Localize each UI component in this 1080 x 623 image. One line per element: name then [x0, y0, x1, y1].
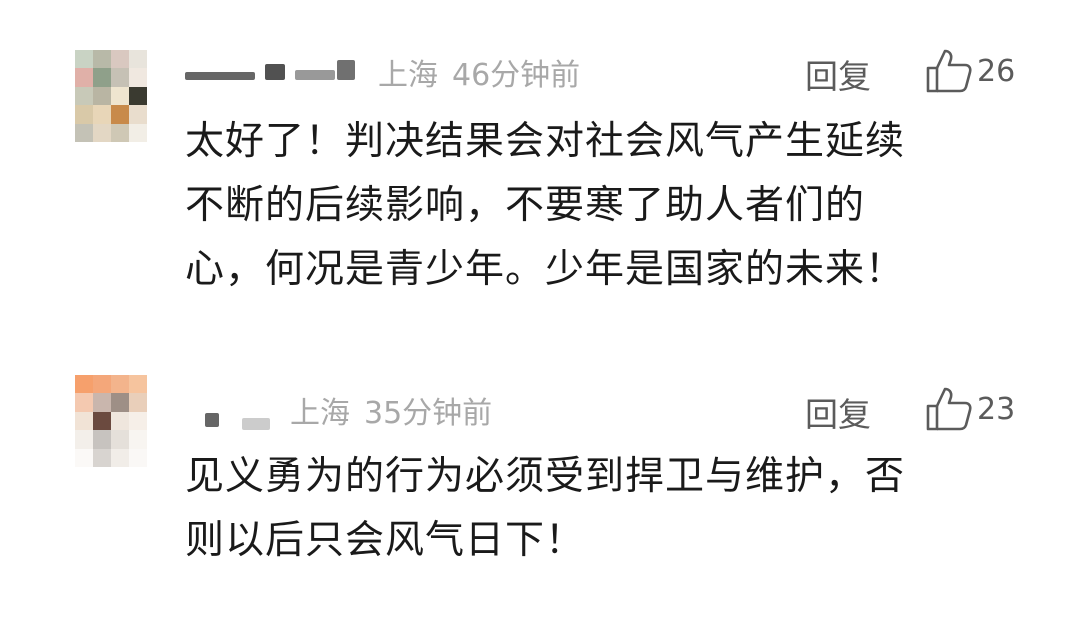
avatar-pixel [111, 393, 129, 412]
location: 上海 [290, 396, 350, 431]
avatar-pixel [93, 123, 111, 142]
avatar-pixel [129, 430, 147, 449]
avatar-pixel [93, 448, 111, 467]
like-count: 23 [977, 391, 1016, 427]
avatar-pixel [75, 411, 93, 431]
avatar-pixel [111, 430, 129, 449]
avatar-pixel [129, 411, 147, 431]
comment-text-line: 太好了！判决结果会对社会风气产生延续 [185, 119, 906, 164]
avatar-pixel [75, 68, 93, 87]
location: 上海 [378, 58, 438, 93]
avatar-pixel [93, 393, 111, 412]
like-count: 26 [977, 53, 1016, 89]
avatar-pixel [111, 105, 129, 124]
comment-meta: 上海 46分钟前 [378, 50, 594, 94]
avatar-pixel [75, 375, 93, 394]
avatar-pixel [129, 393, 147, 412]
avatar-pixel [129, 123, 147, 142]
timestamp: 46分钟前 [452, 58, 581, 93]
avatar-pixel [111, 448, 129, 467]
avatar-pixel [75, 123, 93, 142]
comment-text: 太好了！判决结果会对社会风气产生延续 不断的后续影响，不要寒了助人者们的 心，何… [185, 110, 1015, 302]
avatar-pixel [129, 448, 147, 467]
avatar-pixel [93, 86, 111, 106]
avatar-pixel [75, 430, 93, 449]
avatar-pixel [111, 375, 129, 394]
avatar-pixel [129, 105, 147, 124]
reply-button[interactable]: 回复 [805, 50, 871, 98]
avatar-pixel [111, 68, 129, 87]
avatar-pixel [111, 86, 129, 106]
avatar-pixel [111, 123, 129, 142]
avatar-pixel [75, 105, 93, 124]
avatar[interactable] [75, 375, 147, 467]
comment-meta: 上海 35分钟前 [290, 388, 506, 432]
avatar-pixel [111, 411, 129, 431]
comment-text-line: 心，何况是青少年。少年是国家的未来！ [185, 247, 906, 292]
comment-text: 见义勇为的行为必须受到捍卫与维护，否 则以后只会风气日下！ [185, 445, 1015, 573]
timestamp: 35分钟前 [364, 396, 493, 431]
avatar-pixel [129, 68, 147, 87]
avatar-pixel [93, 50, 111, 69]
avatar-pixel [75, 86, 93, 106]
thumbs-up-icon [926, 387, 972, 431]
comment-text-line: 见义勇为的行为必须受到捍卫与维护，否 [185, 454, 906, 499]
like-button[interactable]: 26 [925, 48, 1015, 94]
avatar-pixel [75, 448, 93, 467]
avatar-pixel [129, 375, 147, 394]
avatar-pixel [93, 375, 111, 394]
comment-item: 上海 35分钟前 回复 23 见义勇为的行为必须受到捍卫与维护，否 则以后只会风气… [0, 350, 1080, 623]
comment-item: 上海 46分钟前 回复 26 太好了！判决结果会对社会风气产生延续 不断的后续影响… [0, 0, 1080, 350]
avatar-pixel [93, 105, 111, 124]
avatar-pixel [93, 411, 111, 431]
avatar-pixel [93, 430, 111, 449]
avatar-pixel [75, 50, 93, 69]
comment-text-line: 不断的后续影响，不要寒了助人者们的 [185, 183, 866, 228]
username-blurred[interactable] [200, 393, 280, 430]
like-button[interactable]: 23 [925, 386, 1015, 432]
reply-button[interactable]: 回复 [805, 388, 871, 436]
avatar-pixel [129, 86, 147, 106]
thumbs-up-icon [926, 49, 972, 93]
avatar-pixel [111, 50, 129, 69]
avatar[interactable] [75, 50, 147, 142]
username-blurred[interactable] [185, 52, 365, 82]
avatar-pixel [93, 68, 111, 87]
comment-text-line: 则以后只会风气日下！ [185, 518, 586, 563]
avatar-pixel [129, 50, 147, 69]
avatar-pixel [75, 393, 93, 412]
